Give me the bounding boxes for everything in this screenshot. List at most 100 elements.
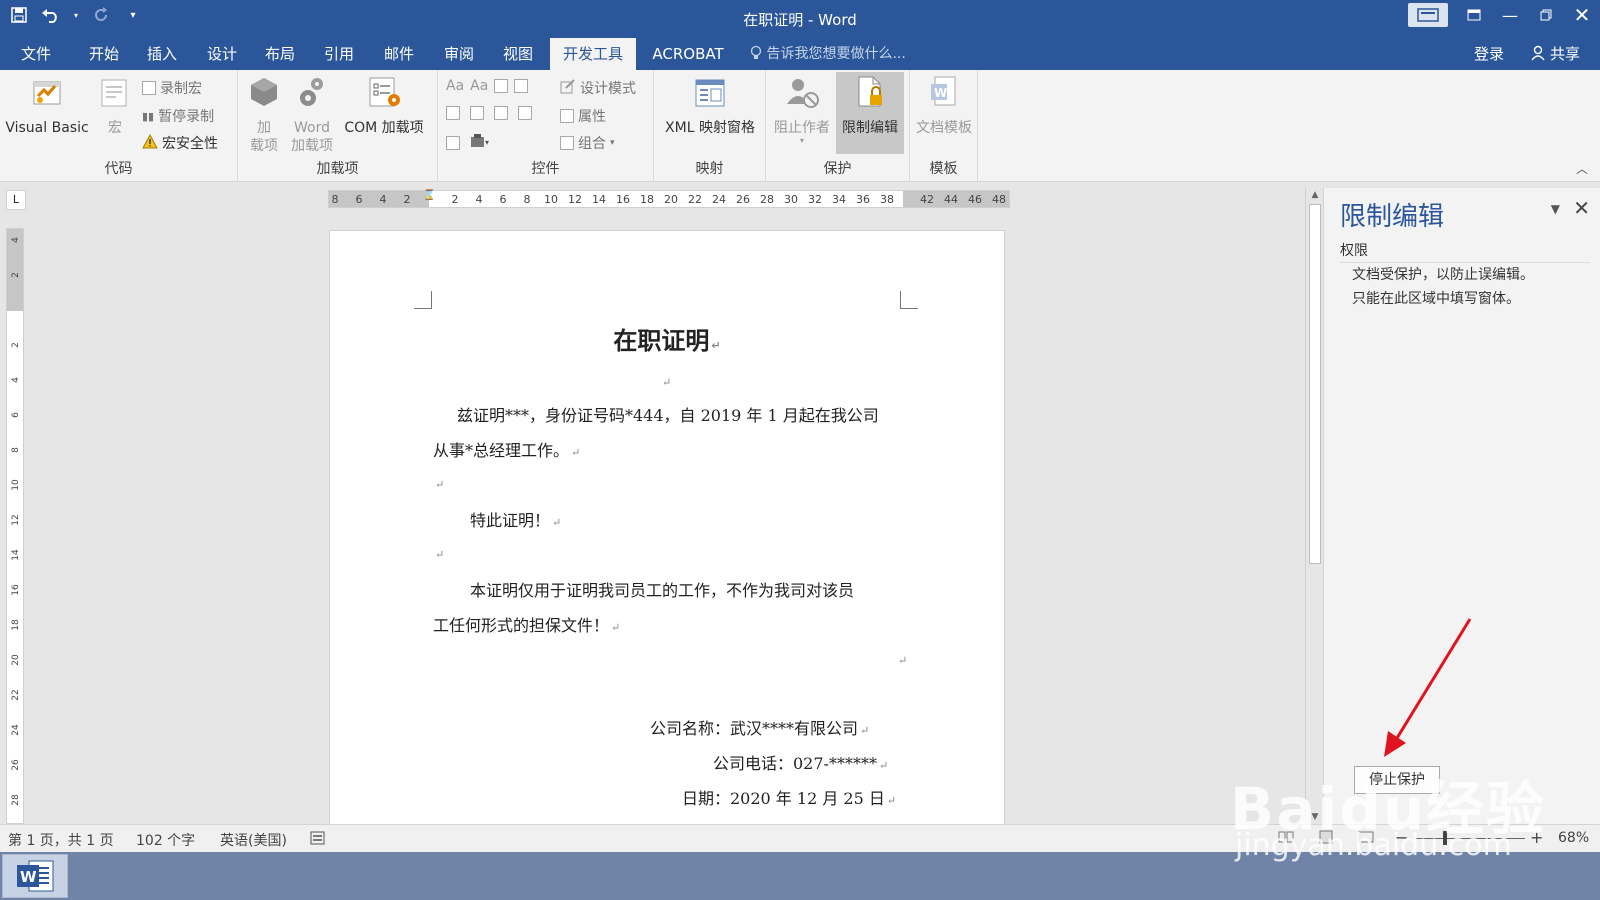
rich-text-control-icon[interactable]: Aa [446,78,464,94]
tell-me-search[interactable]: 告诉我您想要做什么... [750,38,906,70]
picture-control-icon[interactable] [494,79,509,93]
close-icon[interactable]: ✕ [1564,0,1600,30]
tab-developer[interactable]: 开发工具 [550,38,636,70]
vruler-tick-label: 20 [11,654,21,666]
word-addins-label-line2: 加载项 [291,138,333,154]
scroll-thumb[interactable] [1309,204,1321,564]
vertical-ruler[interactable]: 4 2 2 4 6 8 10 12 14 16 18 20 22 24 26 28 [6,228,24,824]
macro-security-button[interactable]: 宏安全性 [142,133,218,153]
date-text: 日期：2020 年 12 月 25 日 [682,789,885,808]
ruler-tick-label: 6 [355,193,363,206]
ruler-tick-label: 10 [544,193,558,206]
properties-label: 属性 [578,109,606,125]
ruler-tick-label: 2 [403,193,411,206]
building-block-control-icon[interactable] [514,79,529,93]
group-templates-label: 模板 [929,161,958,177]
restrict-editing-button[interactable]: 限制编辑 [836,72,904,154]
checkbox-control-icon[interactable] [446,106,460,120]
group-protect: 阻止作者 ▾ 限制编辑 保护 [766,70,910,182]
block-authors-button[interactable]: 阻止作者 ▾ [770,74,834,145]
design-mode-button[interactable]: 设计模式 [560,78,636,98]
date-picker-control-icon[interactable] [518,106,532,120]
share-button[interactable]: 共享 [1531,38,1580,70]
restore-icon[interactable] [1528,0,1564,30]
pane-options-chevron-icon[interactable]: ▼ [1551,202,1560,216]
crop-mark-right [900,291,918,309]
language[interactable]: 英语(美国) [220,830,287,850]
collapse-ribbon-icon[interactable]: ︿ [1576,160,1588,177]
macro-security-label: 宏安全性 [162,136,218,152]
group-button[interactable]: 组合 ▾ [560,133,615,153]
tab-design[interactable]: 设计 [196,38,248,70]
legacy-tools-icon[interactable]: ▾ [470,133,492,153]
minimize-icon[interactable]: — [1492,0,1528,30]
tab-selector[interactable]: L [6,190,26,210]
sign-in-link[interactable]: 登录 [1474,38,1504,70]
document-template-button[interactable]: W 文档模板 [912,74,976,137]
paragraph-mark: ↵ [860,724,870,737]
indent-marker-icon[interactable]: ⌛ [423,190,435,201]
svg-text:▾: ▾ [485,138,489,147]
com-addins-button[interactable]: COM 加载项 [338,74,430,137]
empty-paragraph: ↵ [433,473,444,492]
scroll-up-icon[interactable]: ▲ [1306,190,1324,200]
record-macro-button[interactable]: 录制宏 [142,78,202,98]
word-count[interactable]: 102 个字 [136,830,195,850]
tab-layout[interactable]: 布局 [254,38,306,70]
tab-review[interactable]: 审阅 [433,38,485,70]
page-count[interactable]: 第 1 页，共 1 页 [8,830,114,850]
visual-basic-button[interactable]: Visual Basic [4,74,90,137]
vertical-scrollbar[interactable]: ▲ ▼ [1305,188,1323,824]
ribbon-toggle-icon[interactable] [1456,0,1492,30]
pane-close-icon[interactable]: ✕ [1573,196,1590,220]
document-page[interactable]: 在职证明 ↵ ↵ 兹证明***，身份证号码*444，自 2019 年 1 月起在我… [329,230,1005,826]
vruler-tick-label: 10 [11,479,21,491]
body-line-2: 从事*总经理工作。 ↵ [433,437,580,461]
ruler-tick-label: 8 [523,193,531,206]
addins-label-line1: 加 [257,120,271,136]
block-authors-chevron-icon: ▾ [799,136,804,145]
tab-references[interactable]: 引用 [313,38,365,70]
word-addins-button[interactable]: Word 加载项 [288,74,336,155]
dropdown-list-control-icon[interactable] [494,106,508,120]
design-mode-label: 设计模式 [580,81,636,97]
plain-text-control-icon[interactable]: Aa [470,78,488,94]
xml-mapping-pane-button[interactable]: XML 映射窗格 [658,74,762,137]
macros-button[interactable]: 宏 [92,74,138,137]
pause-recording-button[interactable]: ▮▮ 暂停录制 [142,106,214,126]
addins-button[interactable]: 加 载项 [244,74,284,155]
tab-insert[interactable]: 插入 [136,38,188,70]
group-controls-label: 控件 [531,161,560,177]
tab-file[interactable]: 文件 [10,38,62,70]
ruler-tick-label: 44 [944,193,958,206]
vruler-tick-label: 8 [11,447,21,453]
visual-basic-label: Visual Basic [5,120,89,136]
tab-acrobat[interactable]: ACROBAT [644,38,732,70]
xml-mapping-icon [658,74,762,115]
ribbon-display-options-icon[interactable] [1408,3,1448,27]
pause-recording-label: 暂停录制 [158,109,215,125]
ruler-tick-label: 46 [968,193,982,206]
document-template-label: 文档模板 [916,120,972,136]
macro-record-icon[interactable] [310,830,326,850]
document-title: 在职证明 ↵ [330,321,1004,356]
tab-home[interactable]: 开始 [78,38,130,70]
repeating-section-control-icon[interactable] [446,136,460,150]
ruler-tick-label: 14 [592,193,606,206]
zoom-level[interactable]: 68% [1558,830,1589,846]
word-taskbar-icon[interactable]: W [2,854,68,898]
horizontal-ruler[interactable]: 8 6 4 2 2 4 6 8 10 12 14 16 18 20 22 24 26 28 30 32 34 36 38 42… [328,190,1010,208]
ruler-tick-label: 48 [992,193,1006,206]
combo-box-control-icon[interactable] [470,106,484,120]
paragraph-mark: ↵ [898,654,908,667]
properties-button[interactable]: 属性 [560,106,606,126]
company-phone-text: 公司电话：027-****** [713,754,877,773]
person-icon [1531,45,1550,63]
document-template-icon: W [912,74,976,115]
tab-view[interactable]: 视图 [492,38,544,70]
empty-paragraph: ↵ [433,543,444,562]
paragraph-mark: ↵ [662,376,672,389]
tab-mailings[interactable]: 邮件 [373,38,425,70]
ribbon-tabs: 文件 开始 插入 设计 布局 引用 邮件 审阅 视图 开发工具 ACROBAT … [0,38,1600,70]
paragraph-mark: ↵ [552,516,562,529]
